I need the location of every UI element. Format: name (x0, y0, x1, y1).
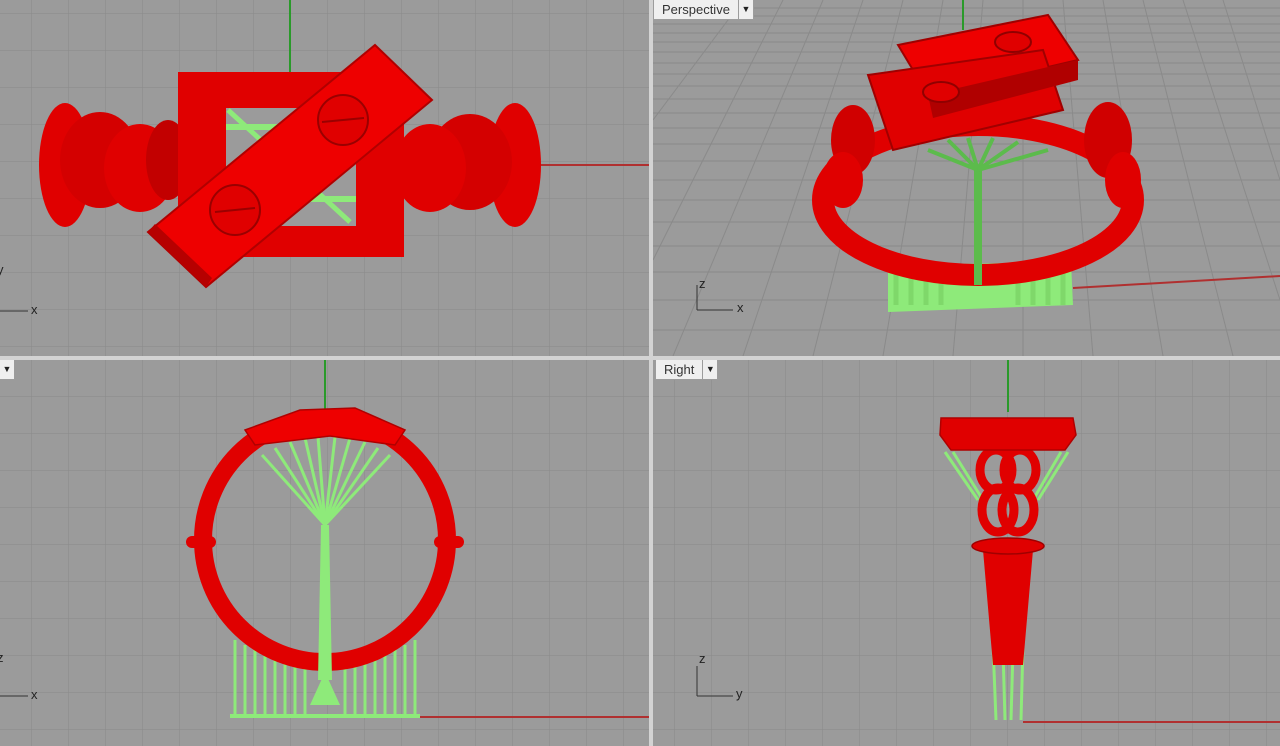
axis-label-z: z (699, 651, 706, 666)
viewport-perspective-canvas (653, 0, 1280, 356)
axis-label-y: y (0, 262, 4, 277)
viewport-top-canvas (0, 0, 649, 356)
viewport-right-canvas (653, 360, 1280, 746)
axis-label-y: y (736, 686, 743, 701)
axis-label-z: z (699, 276, 706, 291)
viewport-tab-perspective[interactable]: Perspective ▼ (653, 0, 754, 20)
viewport-tab-front[interactable]: ▼ (0, 360, 15, 380)
axis-label-z: z (0, 650, 4, 665)
chevron-down-icon[interactable]: ▼ (737, 0, 753, 19)
viewport-tab-right[interactable]: Right ▼ (655, 360, 719, 380)
rhino-workspace: x y Perspective ▼ x z ▼ x z Right ▼ y z (0, 0, 1280, 746)
viewport-front-canvas (0, 360, 649, 746)
viewport-tab-label: Right (664, 362, 695, 377)
chevron-down-icon[interactable]: ▼ (702, 360, 717, 379)
axis-label-x: x (31, 687, 38, 702)
viewport-top[interactable]: x y (0, 0, 649, 356)
viewport-perspective[interactable]: Perspective ▼ x z (653, 0, 1280, 356)
viewport-tab-label: Perspective (662, 2, 730, 17)
viewport-right[interactable]: Right ▼ y z (653, 360, 1280, 746)
chevron-down-icon[interactable]: ▼ (0, 360, 14, 379)
axis-label-x: x (31, 302, 38, 317)
axis-label-x: x (737, 300, 744, 315)
viewport-front[interactable]: ▼ x z (0, 360, 649, 746)
